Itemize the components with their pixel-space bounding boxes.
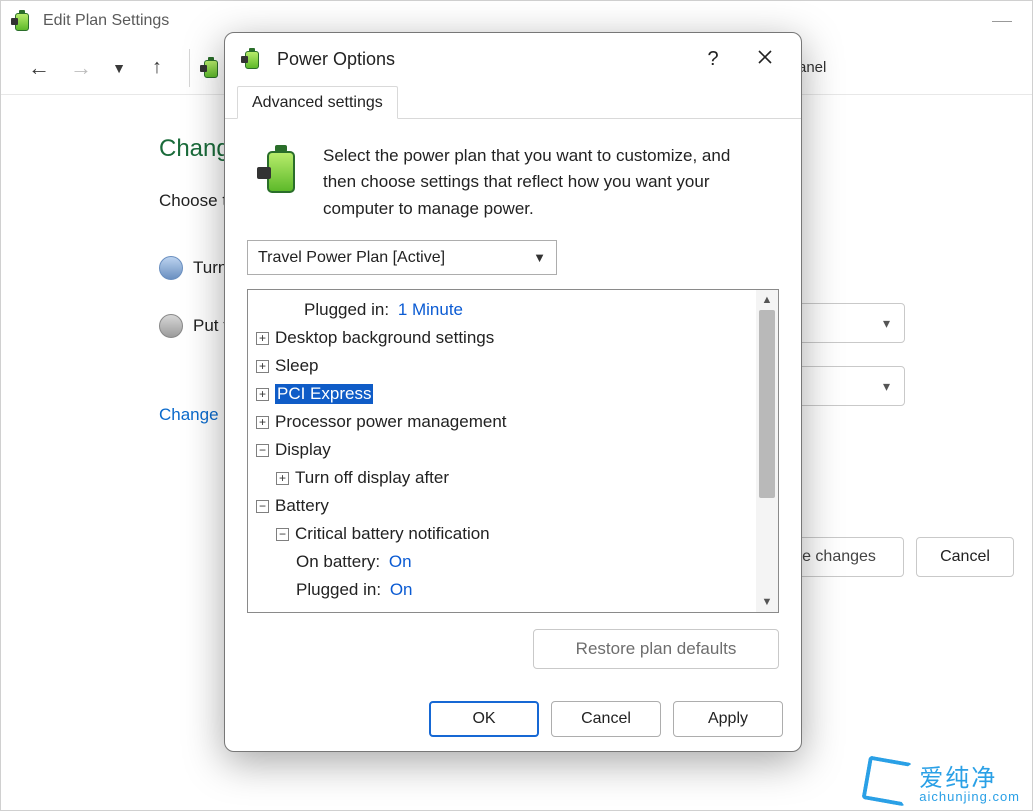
power-plan-select[interactable]: Travel Power Plan [Active] ▼: [247, 240, 557, 275]
bg-window-title: Edit Plan Settings: [43, 12, 169, 30]
dlg-tabs: Advanced settings: [225, 85, 801, 119]
tree-item-sleep[interactable]: + Sleep: [248, 352, 756, 380]
scroll-down-icon[interactable]: ▼: [756, 592, 778, 612]
watermark: 爱纯净 aichunjing.com: [865, 758, 1020, 804]
battery-icon: [241, 47, 265, 71]
tab-advanced-settings[interactable]: Advanced settings: [237, 86, 398, 119]
scroll-up-icon[interactable]: ▲: [756, 290, 778, 310]
cancel-button[interactable]: Cancel: [551, 701, 661, 737]
watermark-en: aichunjing.com: [919, 789, 1020, 804]
tree-item-critical-notif[interactable]: − Critical battery notification: [248, 520, 756, 548]
tree-item-turn-off-display[interactable]: + Turn off display after: [248, 464, 756, 492]
expand-icon[interactable]: +: [256, 388, 269, 401]
bg-button-row: e changes Cancel: [774, 537, 1014, 577]
dlg-footer: OK Cancel Apply: [225, 687, 801, 751]
watermark-logo-icon: [862, 756, 913, 807]
row-turn-label: Turn: [193, 258, 227, 278]
tree-label: Plugged in:: [296, 580, 381, 600]
chevron-down-icon: ▾: [883, 315, 890, 332]
scroll-thumb[interactable]: [759, 310, 775, 498]
dlg-titlebar: Power Options ?: [225, 33, 801, 85]
dlg-title: Power Options: [277, 49, 395, 70]
minimize-icon[interactable]: [992, 21, 1012, 22]
watermark-cn: 爱纯净: [919, 758, 1020, 793]
tree-item-on-battery[interactable]: On battery: On: [248, 548, 756, 576]
nav-history-chevron-icon[interactable]: ▼: [109, 60, 129, 76]
sleep-icon: [159, 314, 183, 338]
tree-item-processor[interactable]: + Processor power management: [248, 408, 756, 436]
tree-scrollbar[interactable]: ▲ ▼: [756, 290, 778, 612]
tree-item-display[interactable]: − Display: [248, 436, 756, 464]
row-sleep-label: Put t: [193, 316, 228, 336]
tree-value: On: [389, 552, 412, 572]
breadcrumb[interactable]: [189, 49, 224, 87]
tree-label: Battery: [275, 496, 329, 516]
tree-label-selected: PCI Express: [275, 384, 373, 404]
tree-value: On: [390, 580, 413, 600]
restore-defaults-button[interactable]: Restore plan defaults: [533, 629, 779, 669]
collapse-icon[interactable]: −: [256, 500, 269, 513]
tree-item-plugged-in-2[interactable]: Plugged in: On: [248, 576, 756, 604]
tree-viewport: Plugged in: 1 Minute + Desktop backgroun…: [248, 290, 756, 612]
help-icon[interactable]: ?: [693, 48, 733, 71]
battery-icon: [11, 9, 35, 33]
tree-label: On battery:: [296, 552, 380, 572]
display-icon: [159, 256, 183, 280]
expand-icon[interactable]: +: [256, 416, 269, 429]
tree-label: Turn off display after: [295, 468, 449, 488]
tree-label: Display: [275, 440, 331, 460]
nav-up-icon[interactable]: ↑: [143, 56, 171, 79]
dlg-intro: Select the power plan that you want to c…: [247, 137, 779, 240]
battery-icon: [200, 56, 224, 80]
tree-label: Plugged in:: [304, 300, 389, 320]
close-icon[interactable]: [745, 49, 785, 70]
tree-item-desktop-bg[interactable]: + Desktop background settings: [248, 324, 756, 352]
nav-back-icon[interactable]: ←: [25, 55, 53, 81]
tree-value: 1 Minute: [398, 300, 463, 320]
expand-icon[interactable]: +: [256, 360, 269, 373]
ok-button[interactable]: OK: [429, 701, 539, 737]
cancel-button-bg[interactable]: Cancel: [916, 537, 1014, 577]
tree-item-plugged-in[interactable]: Plugged in: 1 Minute: [248, 296, 756, 324]
power-plan-selected: Travel Power Plan [Active]: [258, 249, 445, 267]
collapse-icon[interactable]: −: [276, 528, 289, 541]
apply-button[interactable]: Apply: [673, 701, 783, 737]
nav-forward-icon[interactable]: →: [67, 55, 95, 81]
tree-label: Processor power management: [275, 412, 507, 432]
dlg-body: Select the power plan that you want to c…: [225, 119, 801, 687]
power-options-dialog: Power Options ? Advanced settings Select…: [224, 32, 802, 752]
settings-tree: Plugged in: 1 Minute + Desktop backgroun…: [247, 289, 779, 613]
chevron-down-icon: ▾: [883, 378, 890, 395]
tree-label: Sleep: [275, 356, 318, 376]
tree-item-pci-express[interactable]: + PCI Express: [248, 380, 756, 408]
battery-icon-large: [257, 143, 305, 199]
breadcrumb-fragment: anel: [798, 59, 826, 76]
expand-icon[interactable]: +: [276, 472, 289, 485]
dlg-intro-text: Select the power plan that you want to c…: [323, 143, 743, 222]
restore-row: Restore plan defaults: [247, 613, 779, 675]
tree-label: Critical battery notification: [295, 524, 490, 544]
collapse-icon[interactable]: −: [256, 444, 269, 457]
change-advanced-link[interactable]: Change a: [159, 405, 233, 425]
chevron-down-icon: ▼: [533, 250, 546, 265]
expand-icon[interactable]: +: [256, 332, 269, 345]
tree-item-battery[interactable]: − Battery: [248, 492, 756, 520]
tree-label: Desktop background settings: [275, 328, 494, 348]
